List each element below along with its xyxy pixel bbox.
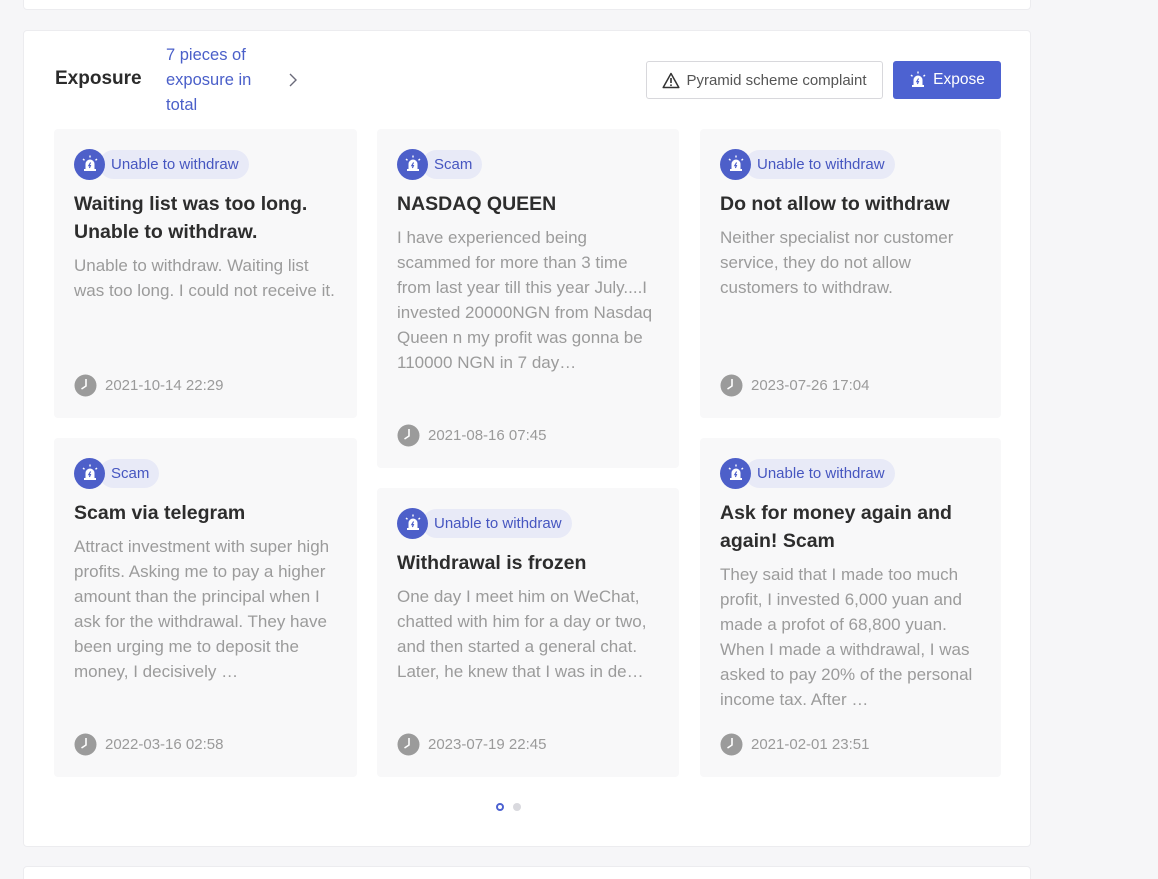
category-tag: Unable to withdraw	[397, 507, 572, 539]
exposure-panel: Exposure 7 pieces of exposure in total P…	[23, 30, 1031, 847]
expose-label: Expose	[933, 71, 985, 88]
card-time: 2023-07-26 17:04	[720, 374, 869, 397]
card-title: Scam via telegram	[74, 502, 246, 524]
clock-icon	[397, 424, 420, 447]
exposure-card[interactable]: Unable to withdraw Waiting list was too …	[54, 129, 357, 418]
category-label: Scam	[422, 149, 483, 179]
card-title: Do not allow to withdraw	[720, 193, 950, 215]
card-time: 2021-08-16 07:45	[397, 424, 546, 447]
exposure-card[interactable]: Unable to withdraw Withdrawal is frozen …	[377, 488, 679, 777]
next-panel	[23, 866, 1031, 879]
carousel-pagination	[496, 803, 521, 811]
clock-icon	[720, 733, 743, 756]
alarm-siren-icon	[720, 457, 751, 489]
card-text: One day I meet him on WeChat, chatted wi…	[397, 587, 647, 681]
time-label: 2021-02-01 23:51	[751, 736, 870, 753]
category-label: Unable to withdraw	[745, 149, 895, 179]
card-text: Neither specialist nor customer service,…	[720, 228, 954, 297]
category-label: Unable to withdraw	[422, 508, 572, 538]
section-title: Exposure	[55, 68, 142, 89]
page-dot-2[interactable]	[513, 803, 521, 811]
alarm-siren-icon	[720, 148, 751, 180]
time-label: 2023-07-26 17:04	[751, 377, 870, 394]
warning-triangle-icon	[662, 72, 681, 88]
exposure-card[interactable]: Unable to withdraw Ask for money again a…	[700, 438, 1001, 777]
time-label: 2023-07-19 22:45	[428, 736, 547, 753]
exposure-card[interactable]: Scam NASDAQ QUEEN I have experienced bei…	[377, 129, 679, 468]
alarm-siren-icon	[74, 457, 105, 489]
chevron-right-icon[interactable]	[286, 71, 300, 89]
clock-icon	[74, 374, 97, 397]
category-tag: Scam	[397, 148, 483, 180]
alarm-siren-icon	[910, 71, 926, 87]
card-time: 2021-10-14 22:29	[74, 374, 223, 397]
category-tag: Unable to withdraw	[720, 148, 895, 180]
card-text: Unable to withdraw. Waiting list was too…	[74, 256, 335, 300]
category-tag: Unable to withdraw	[720, 457, 895, 489]
time-label: 2021-08-16 07:45	[428, 427, 547, 444]
pyramid-complaint-button[interactable]: Pyramid scheme complaint	[646, 61, 883, 99]
category-label: Scam	[99, 458, 160, 488]
time-label: 2021-10-14 22:29	[105, 377, 224, 394]
clock-icon	[720, 374, 743, 397]
alarm-siren-icon	[397, 148, 428, 180]
category-tag: Scam	[74, 457, 160, 489]
card-time: 2021-02-01 23:51	[720, 733, 869, 756]
complaint-label: Pyramid scheme complaint	[686, 71, 867, 89]
card-title: Ask for money again and again! Scam	[720, 502, 952, 552]
exposure-count-link[interactable]: 7 pieces of exposure in total	[166, 43, 286, 118]
expose-button[interactable]: Expose	[893, 61, 1001, 99]
card-time: 2023-07-19 22:45	[397, 733, 546, 756]
card-text: Attract investment with super high profi…	[74, 537, 330, 681]
card-title: NASDAQ QUEEN	[397, 193, 557, 215]
category-label: Unable to withdraw	[99, 149, 249, 179]
card-text: I have experienced being scammed for mor…	[397, 228, 653, 372]
card-time: 2022-03-16 02:58	[74, 733, 223, 756]
card-title: Waiting list was too long. Unable to wit…	[74, 193, 308, 243]
page-dot-1[interactable]	[496, 803, 504, 811]
card-title: Withdrawal is frozen	[397, 552, 587, 574]
exposure-card[interactable]: Unable to withdraw Do not allow to withd…	[700, 129, 1001, 418]
clock-icon	[74, 733, 97, 756]
time-label: 2022-03-16 02:58	[105, 736, 224, 753]
category-tag: Unable to withdraw	[74, 148, 249, 180]
previous-panel	[23, 0, 1031, 10]
clock-icon	[397, 733, 420, 756]
alarm-siren-icon	[397, 507, 428, 539]
exposure-card[interactable]: Scam Scam via telegram Attract investmen…	[54, 438, 357, 777]
category-label: Unable to withdraw	[745, 458, 895, 488]
card-text: They said that I made too much profit, I…	[720, 565, 973, 709]
alarm-siren-icon	[74, 148, 105, 180]
